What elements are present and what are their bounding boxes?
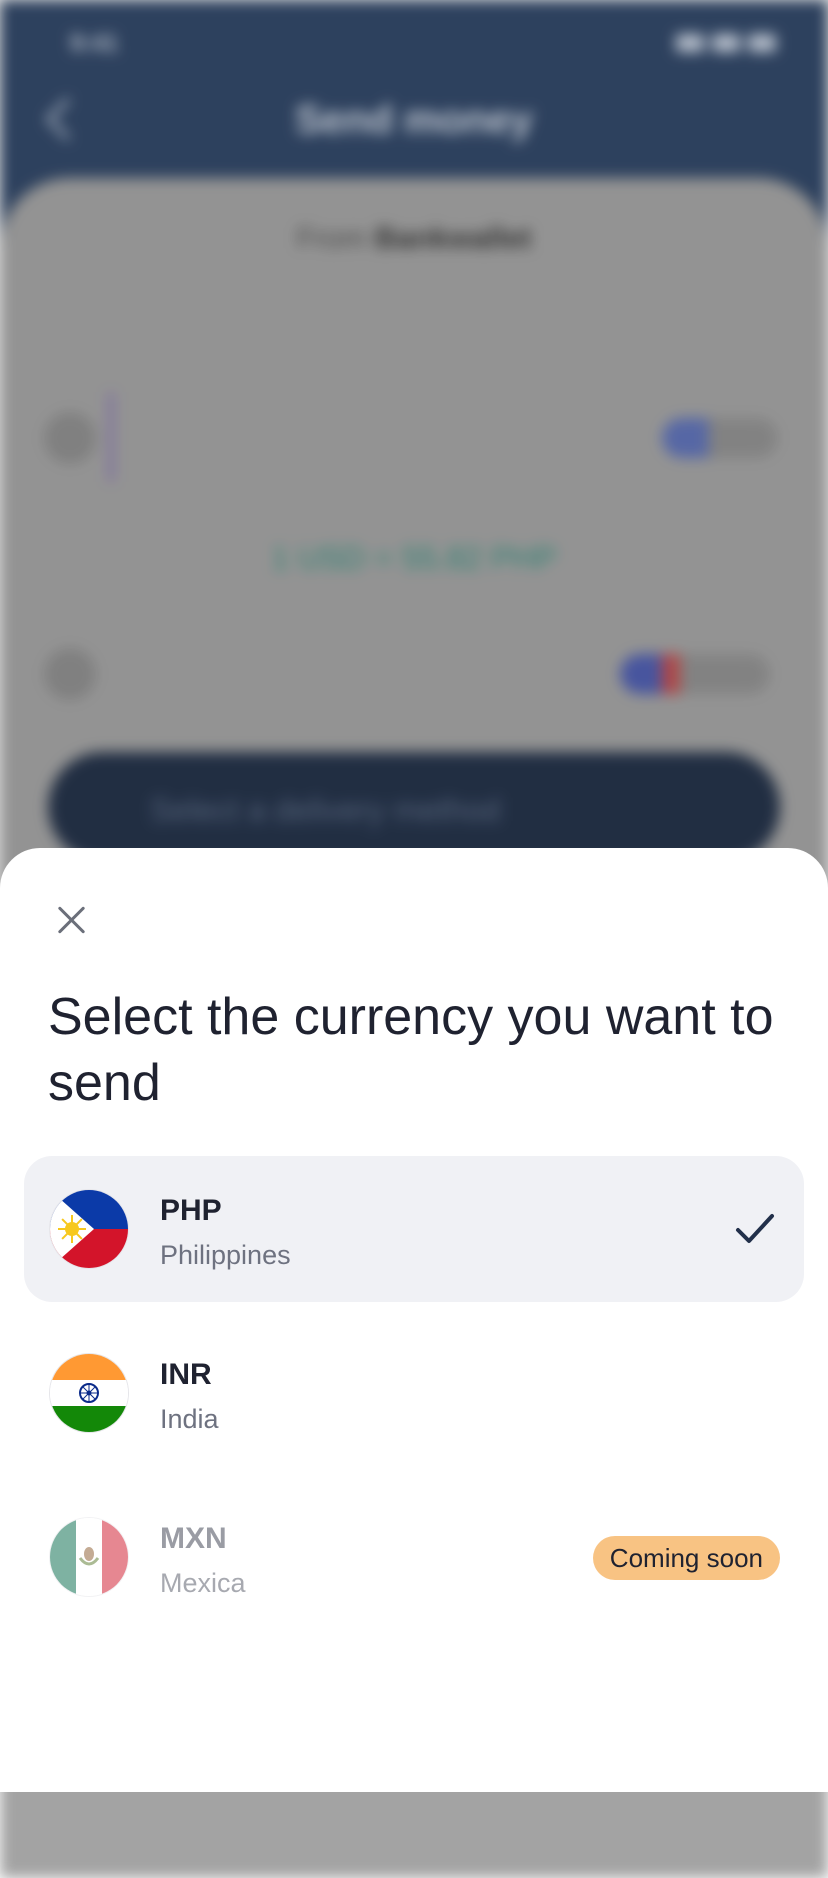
check-icon [736, 1214, 774, 1243]
coming-soon-badge: Coming soon [592, 1536, 780, 1580]
currency-code: PHP [160, 1194, 222, 1227]
currency-code: MXN [160, 1522, 227, 1555]
close-icon[interactable] [50, 898, 94, 942]
currency-option-mxn[interactable]: MXN Mexica Coming soon [24, 1484, 804, 1630]
currency-option-inr[interactable]: INR India [24, 1320, 804, 1466]
currency-country: Philippines [160, 1240, 291, 1270]
currency-sheet: Select the currency you want to send PHP… [0, 848, 828, 1792]
india-flag-icon [50, 1354, 128, 1432]
currency-code: INR [160, 1358, 212, 1391]
mexico-flag-icon [50, 1518, 128, 1596]
currency-country: Mexica [160, 1568, 246, 1598]
philippines-flag-icon [50, 1190, 128, 1268]
currency-option-php[interactable]: PHP Philippines [24, 1156, 804, 1302]
currency-country: India [160, 1404, 219, 1434]
sheet-title: Select the currency you want to send [48, 988, 774, 1112]
